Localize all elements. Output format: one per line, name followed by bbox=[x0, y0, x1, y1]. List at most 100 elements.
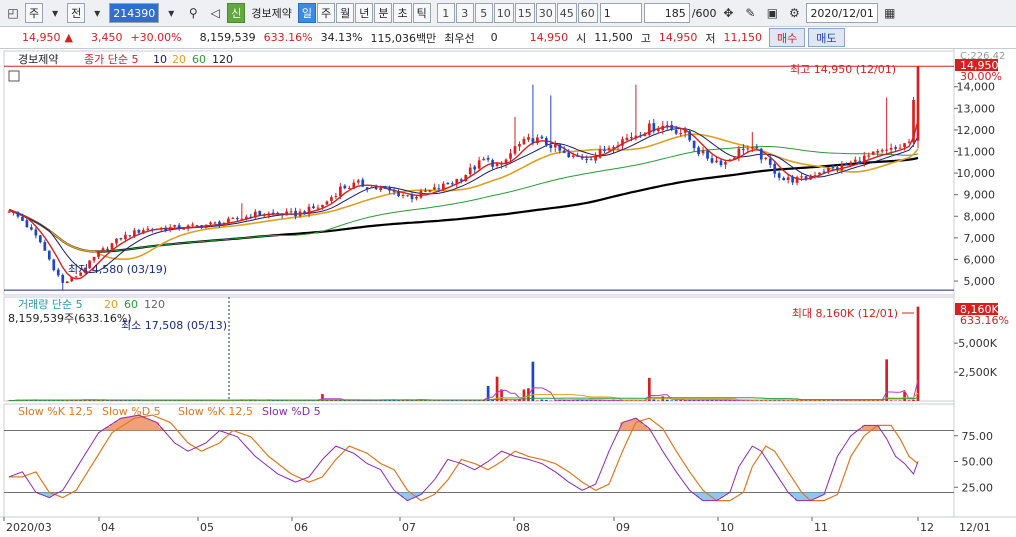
chevron-down-icon[interactable]: ▾ bbox=[161, 3, 181, 23]
period-tab-일[interactable]: 일 bbox=[297, 3, 316, 23]
candle-body bbox=[621, 139, 624, 146]
interval-45[interactable]: 45 bbox=[556, 3, 577, 23]
type-select[interactable]: 전 bbox=[67, 3, 86, 23]
candle-body bbox=[209, 222, 212, 225]
candle-body bbox=[370, 186, 374, 189]
candle-body bbox=[468, 167, 472, 175]
calendar-icon[interactable]: ▦ bbox=[880, 3, 900, 23]
candle-body bbox=[607, 147, 611, 150]
candle-body bbox=[218, 221, 221, 226]
stoch-tick-label: 75.00 bbox=[962, 430, 994, 443]
stoch-legend-k1: Slow %K 12,5 bbox=[18, 405, 93, 418]
candle-body bbox=[885, 149, 888, 151]
period-tab-틱[interactable]: 틱 bbox=[412, 3, 431, 23]
interval-10[interactable]: 10 bbox=[493, 3, 514, 23]
candle-body bbox=[361, 179, 365, 187]
sell-button[interactable]: 매도 bbox=[808, 28, 845, 47]
candle-body bbox=[397, 191, 400, 197]
buy-button[interactable]: 매수 bbox=[769, 28, 806, 47]
candle-body bbox=[141, 230, 145, 234]
candle-body bbox=[388, 187, 391, 191]
interval-15[interactable]: 15 bbox=[514, 3, 535, 23]
candle-body bbox=[692, 140, 696, 149]
candle-body bbox=[285, 211, 288, 216]
x-tick-label: 05 bbox=[200, 521, 214, 534]
candle-body bbox=[133, 230, 136, 237]
candle-body bbox=[195, 225, 199, 227]
price-legend-ma120: 120 bbox=[212, 53, 233, 66]
candle-body bbox=[782, 177, 786, 181]
candle-body bbox=[276, 212, 280, 215]
period-tab-년[interactable]: 년 bbox=[355, 3, 374, 23]
stock-code-input[interactable]: 214390 bbox=[109, 3, 160, 23]
interval-buttons: 1 3 5 10 15 30 45 60 bbox=[436, 3, 598, 23]
candle-body bbox=[643, 133, 647, 137]
chart-layout-icon[interactable]: ◰ bbox=[3, 3, 23, 23]
candle-body bbox=[558, 144, 562, 151]
volume-bar bbox=[912, 399, 915, 401]
gear-icon[interactable]: ⚙ bbox=[784, 3, 804, 23]
interval-30[interactable]: 30 bbox=[535, 3, 556, 23]
period-tab-분[interactable]: 분 bbox=[374, 3, 393, 23]
interval-3[interactable]: 3 bbox=[455, 3, 474, 23]
candle-body bbox=[401, 194, 405, 196]
candle-body bbox=[280, 213, 284, 216]
x-tick-label: 10 bbox=[720, 521, 734, 534]
candle-body bbox=[244, 216, 248, 220]
candle-body bbox=[303, 211, 306, 214]
period-tab-월[interactable]: 월 bbox=[336, 3, 355, 23]
candle-body bbox=[737, 148, 741, 159]
speaker-icon[interactable]: ◁ bbox=[205, 3, 225, 23]
volume-bar bbox=[916, 306, 920, 401]
price-tick-label: 10,000 bbox=[957, 167, 996, 180]
candle-body bbox=[688, 131, 691, 141]
candle-body bbox=[800, 176, 803, 178]
volume-pct-tag: 633.16% bbox=[960, 314, 1009, 327]
interval-input[interactable]: 1 bbox=[599, 3, 642, 23]
price-tick-label: 7,000 bbox=[964, 232, 996, 245]
search-icon[interactable]: ⚲ bbox=[183, 3, 203, 23]
draw-tool-icon[interactable]: ✎ bbox=[740, 3, 760, 23]
market-select[interactable]: 주 bbox=[25, 3, 44, 23]
candle-body bbox=[164, 227, 168, 231]
ask-price: 14,950 bbox=[529, 31, 569, 44]
pref-label: 최우선 bbox=[444, 31, 475, 45]
candle-body bbox=[804, 176, 808, 179]
interval-5[interactable]: 5 bbox=[474, 3, 493, 23]
count-input[interactable]: 185 bbox=[643, 3, 690, 23]
interval-60[interactable]: 60 bbox=[577, 3, 598, 23]
date-input[interactable]: 2020/12/01 bbox=[806, 3, 878, 23]
volume-bar bbox=[540, 399, 544, 401]
candle-body bbox=[334, 195, 338, 197]
candle-body bbox=[719, 160, 723, 166]
save-icon[interactable]: ▣ bbox=[762, 3, 782, 23]
candle-body bbox=[182, 228, 185, 230]
candle-body bbox=[809, 175, 812, 180]
candle-body bbox=[580, 157, 584, 159]
candle-body bbox=[916, 66, 920, 141]
period-tab-주[interactable]: 주 bbox=[316, 3, 336, 23]
candle-body bbox=[43, 242, 47, 251]
trade-amount: 115,036백만 bbox=[370, 31, 437, 45]
candle-body bbox=[616, 145, 620, 148]
chevron-down-icon[interactable]: ▾ bbox=[87, 3, 107, 23]
candle-body bbox=[894, 147, 897, 149]
candle-body bbox=[101, 248, 105, 252]
period-tab-초[interactable]: 초 bbox=[393, 3, 412, 23]
candle-body bbox=[742, 148, 745, 150]
candle-body bbox=[428, 189, 432, 192]
candle-body bbox=[562, 150, 566, 153]
price-legend-ma10: 10 bbox=[153, 53, 167, 66]
candle-body bbox=[34, 229, 38, 236]
crosshair-icon[interactable]: ✥ bbox=[718, 3, 738, 23]
chevron-down-icon[interactable]: ▾ bbox=[45, 3, 65, 23]
candle-body bbox=[880, 150, 884, 152]
volume-bar bbox=[665, 399, 669, 401]
candle-body bbox=[137, 230, 141, 233]
candle-body bbox=[47, 250, 51, 260]
candle-body bbox=[755, 146, 759, 148]
volume-legend: 거래량 단순 5 bbox=[18, 298, 83, 311]
interval-1[interactable]: 1 bbox=[436, 3, 455, 23]
low-label: 저 bbox=[705, 31, 716, 45]
candle-body bbox=[115, 238, 118, 244]
